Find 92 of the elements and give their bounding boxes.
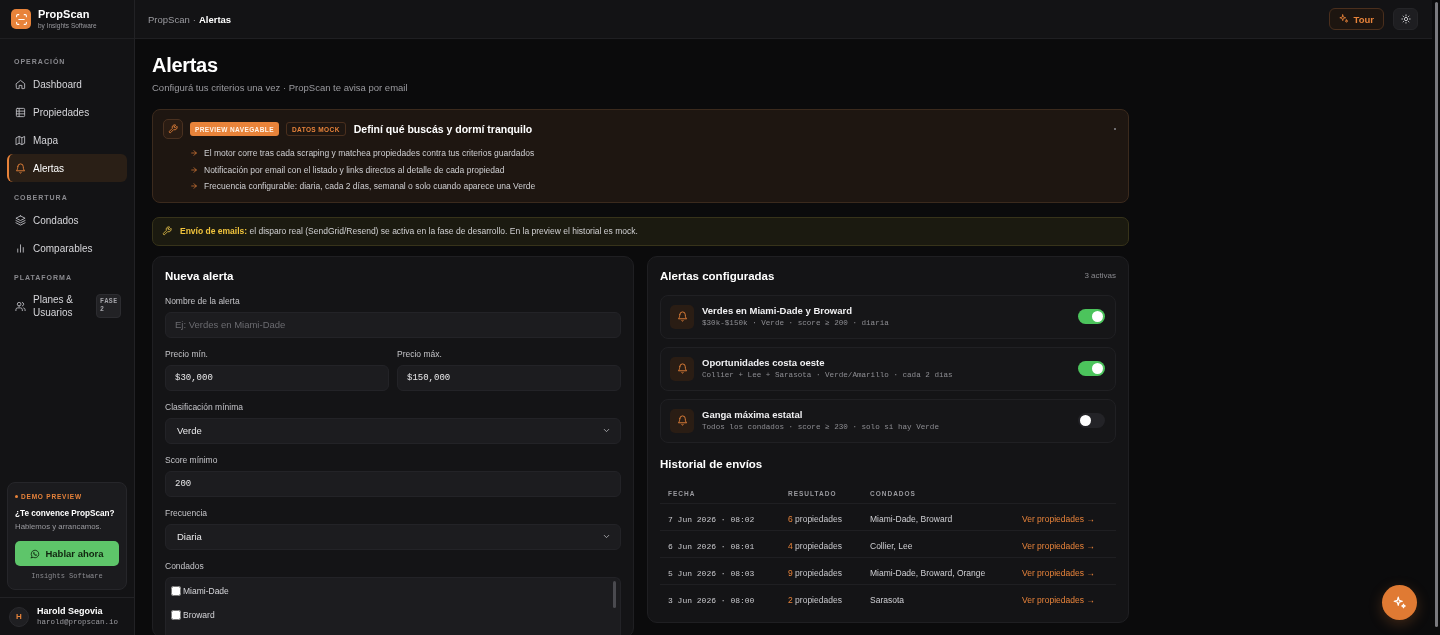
theme-toggle-button[interactable]	[1393, 8, 1418, 30]
promo-title: ¿Te convence PropScan?	[15, 508, 116, 520]
arrow-right-icon	[190, 182, 198, 191]
table-cell: 7 Jun 2026 · 08:02	[668, 514, 755, 524]
nav-item[interactable]: Condados	[7, 206, 127, 234]
card-title: Alertas configuradas	[660, 268, 775, 284]
card-title: Historial de envíos	[660, 456, 764, 472]
table-cell: Collier, Lee	[870, 540, 913, 551]
select-field[interactable]: Diaria	[165, 523, 621, 550]
card-title: Nueva alerta	[165, 268, 235, 284]
chevron-down-icon	[602, 426, 611, 435]
scrollbar[interactable]	[1435, 2, 1438, 627]
sparkle-icon	[1392, 595, 1407, 610]
bell-icon	[670, 356, 694, 381]
input-field[interactable]: Ej: Verdes en Miami-Dade	[165, 311, 621, 338]
breadcrumb-link[interactable]: PropScan	[148, 13, 190, 25]
breadcrumb-separator: ·	[192, 13, 196, 25]
view-link[interactable]: Ver propiedades →	[1022, 594, 1095, 605]
field-label: Frecuencia	[165, 506, 209, 519]
users-icon	[15, 300, 26, 312]
field-label: Score mínimo	[165, 453, 219, 466]
table-cell: 6 propiedades	[788, 513, 842, 524]
nav-item[interactable]: Mapa	[7, 126, 127, 154]
table-cell: 4 propiedades	[788, 540, 842, 551]
dot-icon	[15, 495, 18, 498]
scrollbar[interactable]	[613, 580, 616, 608]
view-link[interactable]: Ver propiedades →	[1022, 567, 1095, 578]
nav-item[interactable]: Alertas	[7, 154, 127, 182]
active-count: 3 activas	[1084, 271, 1116, 280]
info-point: Frecuencia configurable: diaria, cada 2 días, semanal o solo cuando aparece una Verde	[204, 181, 536, 192]
bell-icon	[670, 304, 694, 329]
notice-text: Envío de emails: el disparo real (SendGrid/Resend) se activa en la fase de desarrollo. En la preview el historial es mock.	[180, 226, 638, 236]
wrench-icon	[162, 226, 172, 236]
bell-icon	[670, 408, 694, 433]
wrench-icon	[163, 119, 183, 139]
table-cell: Miami-Dade, Broward, Orange	[870, 567, 986, 578]
select-field[interactable]: Verde	[165, 417, 621, 444]
table-cell: 6 Jun 2026 · 08:01	[668, 541, 755, 551]
field-label: Precio máx.	[397, 347, 443, 360]
view-link[interactable]: Ver propiedades →	[1022, 513, 1095, 524]
bar-chart-icon	[15, 242, 26, 254]
toggle-switch[interactable]	[1078, 361, 1105, 376]
arrow-right-icon	[190, 165, 198, 174]
checkbox[interactable]	[171, 585, 181, 596]
info-title: Definí qué buscás y dormí tranquilo	[353, 123, 533, 135]
sun-icon	[1400, 14, 1411, 24]
nav-item[interactable]: Propiedades	[7, 98, 127, 126]
layers-icon	[15, 214, 26, 226]
table-cell: 3 Jun 2026 · 08:00	[668, 595, 755, 605]
avatar: H	[9, 606, 29, 627]
alert-name: Oportunidades costa oeste	[702, 356, 826, 369]
toggle-switch[interactable]	[1078, 309, 1105, 324]
table-cell: 9 propiedades	[788, 567, 842, 578]
user-name: Harold Segovia	[37, 606, 104, 617]
info-point: El motor corre tras cada scraping y matchea propiedades contra tus criterios guardados	[204, 148, 535, 159]
input-field[interactable]: $150,000	[397, 364, 621, 391]
bell-icon	[15, 162, 26, 174]
field-label: Clasificación mínima	[165, 400, 244, 413]
checkbox-label: Broward	[183, 609, 215, 620]
alert-name: Ganga máxima estatal	[702, 408, 804, 421]
home-icon	[15, 78, 26, 90]
talk-now-button[interactable]: Hablar ahora	[15, 541, 119, 566]
field-label: Condados	[165, 559, 205, 572]
table-icon	[15, 106, 26, 118]
map-icon	[15, 134, 26, 146]
logo-icon	[11, 9, 31, 29]
checkbox-label: Miami-Dade	[183, 585, 229, 596]
table-cell: 2 propiedades	[788, 594, 842, 605]
input-field[interactable]: 200	[165, 470, 621, 497]
brand-name: PropScan	[38, 8, 91, 21]
arrow-right-icon	[190, 149, 198, 158]
chevron-down-icon	[602, 532, 611, 541]
page-title: Alertas	[152, 53, 219, 77]
field-label: Nombre de la alerta	[165, 294, 241, 307]
table-cell: 5 Jun 2026 · 08:03	[668, 568, 755, 578]
chat-bubble-icon	[30, 548, 41, 559]
input-field[interactable]: $30,000	[165, 364, 389, 391]
checkbox[interactable]	[171, 609, 181, 620]
breadcrumb-current: Alertas	[198, 13, 232, 25]
info-point: Notificación por email con el listado y links directos al detalle de cada propiedad	[204, 164, 505, 175]
sparkle-icon	[1338, 14, 1349, 24]
field-label: Precio mín.	[165, 347, 209, 360]
toggle-switch[interactable]	[1078, 413, 1105, 428]
alert-name: Verdes en Miami-Dade y Broward	[702, 304, 853, 317]
page-subtitle: Configurá tus criterios una vez · PropScan te avisa por email	[152, 81, 409, 95]
view-link[interactable]: Ver propiedades →	[1022, 540, 1095, 551]
assistant-button[interactable]	[1382, 585, 1417, 620]
nav-item[interactable]: Dashboard	[7, 70, 127, 98]
tour-button[interactable]: Tour	[1328, 8, 1384, 30]
nav-item[interactable]: Comparables	[7, 234, 127, 262]
table-cell: Sarasota	[870, 594, 905, 605]
table-cell: Miami-Dade, Broward	[870, 513, 953, 524]
